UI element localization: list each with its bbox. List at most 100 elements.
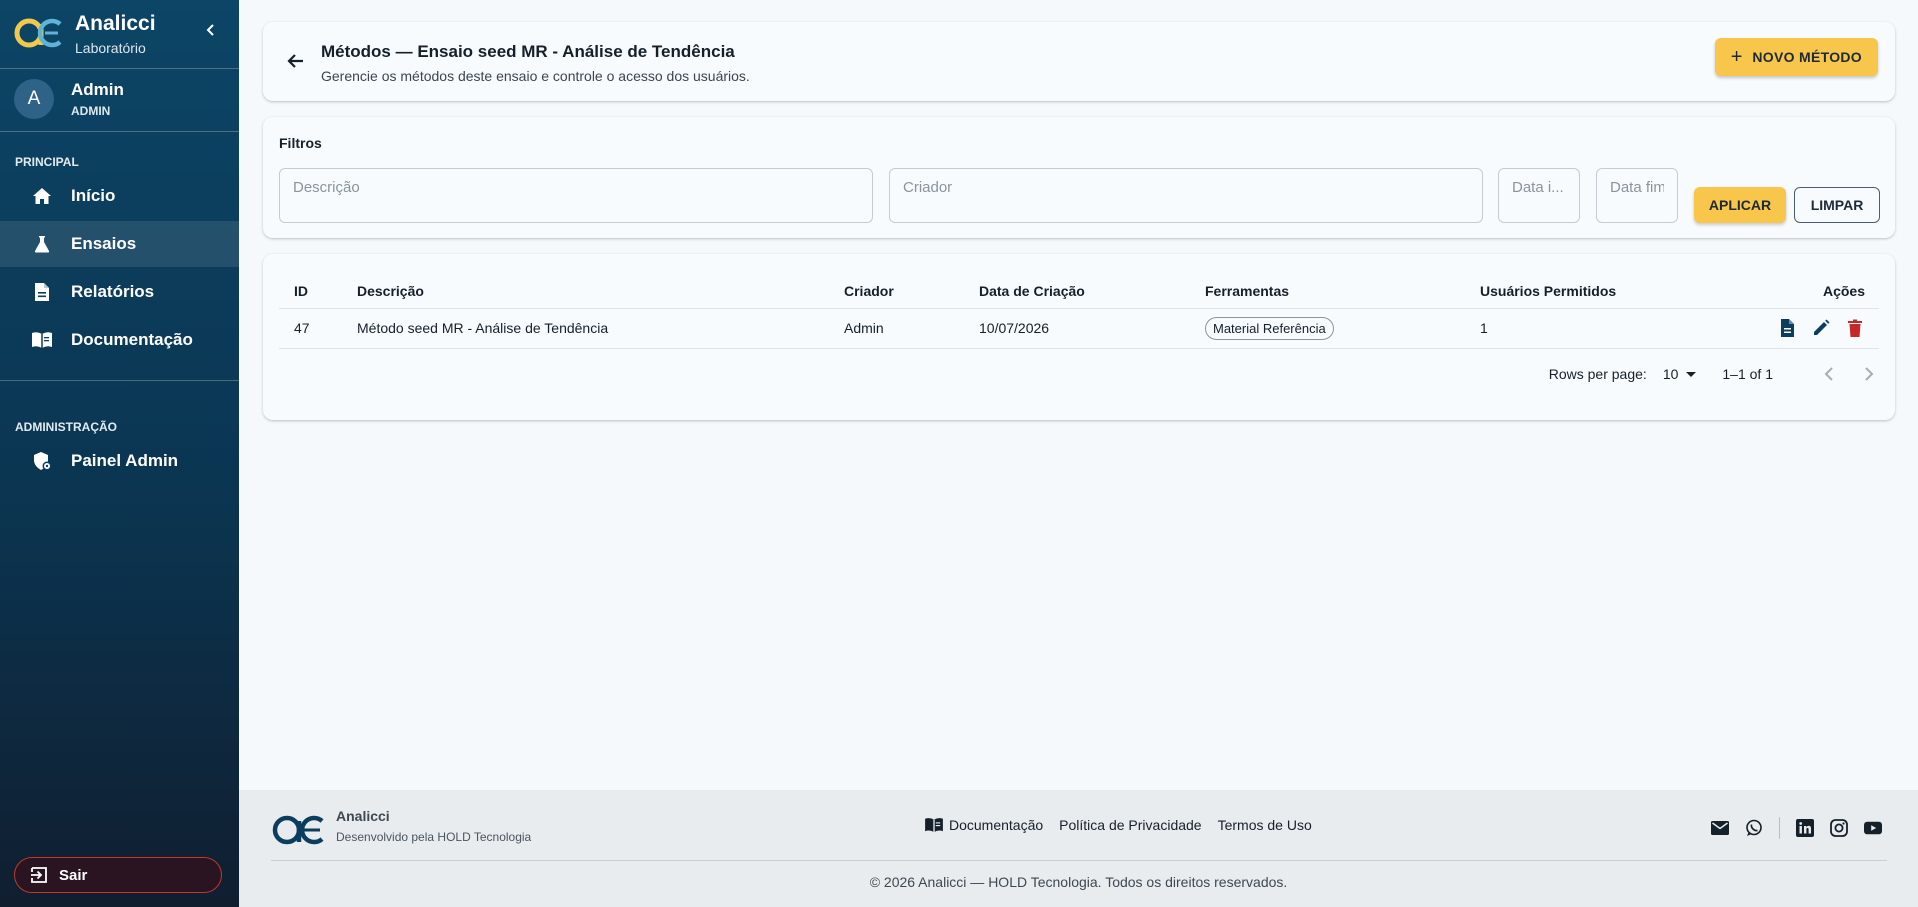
sidebar-item-documentacao[interactable]: Documentação (0, 317, 239, 363)
analicci-logo (272, 815, 324, 845)
social-links (1695, 817, 1882, 839)
footer-brand-name: Analicci (336, 808, 390, 824)
sidebar-item-label: Painel Admin (71, 451, 179, 470)
mail-icon[interactable] (1711, 819, 1729, 837)
analicci-logo (14, 18, 62, 48)
aplicar-button[interactable]: APLICAR (1694, 187, 1786, 223)
col-id: ID (279, 274, 357, 309)
sidebar-item-ensaios[interactable]: Ensaios (0, 221, 239, 267)
cell-usuarios: 1 (1480, 308, 1745, 349)
divider (0, 380, 239, 381)
rows-per-page-value: 10 (1662, 366, 1679, 382)
home-icon (31, 185, 53, 207)
plus-icon: + (1730, 46, 1743, 68)
page-header: Métodos — Ensaio seed MR - Análise de Te… (263, 22, 1895, 101)
sidebar-item-painel-admin[interactable]: Painel Admin (0, 438, 239, 484)
report-icon (31, 281, 53, 303)
sidebar: Analicci Laboratório A Admin ADMIN PRINC… (0, 0, 239, 907)
flask-icon (31, 233, 53, 255)
novo-metodo-label: NOVO MÉTODO (1752, 49, 1862, 65)
youtube-icon[interactable] (1864, 819, 1882, 837)
chevron-right-icon (1865, 367, 1874, 381)
rows-per-page-label: Rows per page: (1548, 366, 1647, 382)
footer-link-documentacao[interactable]: Documentação (924, 817, 1043, 833)
data-inicio-input[interactable] (1499, 169, 1579, 222)
cell-ferramentas: Material Referência (1205, 308, 1480, 349)
criador-field (889, 168, 1483, 223)
document-icon[interactable] (1777, 318, 1797, 338)
user-profile: A Admin ADMIN (14, 78, 229, 122)
avatar: A (14, 79, 54, 119)
pagination-range: 1–1 of 1 (1722, 366, 1773, 382)
footer-copyright: © 2026 Analicci — HOLD Tecnologia. Todos… (869, 874, 1288, 890)
sidebar-item-label: Relatórios (71, 282, 155, 301)
brand-name: Analicci (75, 12, 156, 35)
footer: Analicci Desenvolvido pela HOLD Tecnolog… (239, 790, 1918, 907)
sidebar-item-inicio[interactable]: Início (0, 173, 239, 219)
logout-label: Sair (59, 866, 88, 884)
pagination: Rows per page: 10 1–1 of 1 (1549, 362, 1879, 386)
col-ferramentas: Ferramentas (1205, 274, 1480, 309)
data-fim-field (1596, 168, 1678, 223)
caret-down-icon (1686, 371, 1697, 377)
data-fim-input[interactable] (1597, 169, 1677, 222)
novo-metodo-button[interactable]: + NOVO MÉTODO (1714, 38, 1878, 76)
chevron-left-icon (1824, 367, 1833, 381)
data-inicio-field (1498, 168, 1580, 223)
col-usuarios-permitidos: Usuários Permitidos (1480, 274, 1745, 309)
descricao-field (279, 168, 873, 223)
divider (1779, 817, 1780, 839)
divider (0, 131, 239, 132)
criador-input[interactable] (890, 169, 1482, 222)
rows-per-page-select[interactable]: 10 (1663, 366, 1697, 382)
brand: Analicci Laboratório (14, 10, 229, 62)
sidebar-item-label: Documentação (71, 330, 193, 349)
cell-criador: Admin (844, 308, 979, 349)
section-label-principal: PRINCIPAL (15, 155, 79, 169)
section-label-administracao: ADMINISTRAÇÃO (15, 420, 117, 434)
next-page-button[interactable] (1859, 364, 1879, 384)
cell-id: 47 (279, 308, 357, 349)
shield-gear-icon (31, 450, 53, 472)
page-subtitle: Gerencie os métodos deste ensaio e contr… (321, 68, 750, 84)
book-icon (31, 329, 53, 351)
cell-descricao: Método seed MR - Análise de Tendência (357, 308, 844, 349)
metodos-table: ID Descrição Criador Data de Criação Fer… (279, 274, 1879, 349)
linkedin-icon[interactable] (1796, 819, 1814, 837)
footer-divider (271, 860, 1887, 861)
cell-acoes (1745, 308, 1879, 349)
footer-link-termos[interactable]: Termos de Uso (1218, 817, 1312, 833)
prev-page-button[interactable] (1819, 364, 1839, 384)
limpar-button[interactable]: LIMPAR (1794, 187, 1880, 223)
col-data-criacao: Data de Criação (979, 274, 1205, 309)
logout-icon (31, 867, 47, 883)
book-icon (925, 818, 943, 833)
footer-links: Documentação Política de Privacidade Ter… (924, 817, 1328, 833)
col-acoes: Ações (1745, 274, 1879, 309)
instagram-icon[interactable] (1830, 819, 1848, 837)
ferramenta-chip: Material Referência (1205, 316, 1334, 340)
whatsapp-icon[interactable] (1745, 819, 1763, 837)
arrow-back-icon[interactable] (285, 50, 307, 72)
col-criador: Criador (844, 274, 979, 309)
user-name: Admin (71, 80, 124, 99)
metodos-table-card: ID Descrição Criador Data de Criação Fer… (263, 254, 1895, 420)
divider (0, 68, 239, 69)
sidebar-item-label: Início (71, 186, 116, 205)
col-descricao: Descrição (357, 274, 844, 309)
sidebar-item-relatorios[interactable]: Relatórios (0, 269, 239, 315)
delete-icon[interactable] (1845, 318, 1865, 338)
sidebar-item-label: Ensaios (71, 234, 137, 253)
page-title: Métodos — Ensaio seed MR - Análise de Te… (321, 42, 735, 61)
table-header-row: ID Descrição Criador Data de Criação Fer… (279, 274, 1879, 309)
brand-subtitle: Laboratório (75, 40, 146, 56)
table-row: 47 Método seed MR - Análise de Tendência… (279, 308, 1879, 349)
filters-title: Filtros (279, 135, 322, 151)
footer-developer: Desenvolvido pela HOLD Tecnologia (336, 830, 532, 844)
filters-panel: Filtros APLICAR LIMPAR (263, 117, 1895, 238)
logout-button[interactable]: Sair (14, 857, 222, 893)
descricao-input[interactable] (280, 169, 872, 222)
chevron-left-icon[interactable] (203, 22, 219, 38)
footer-link-privacidade[interactable]: Política de Privacidade (1059, 817, 1201, 833)
edit-icon[interactable] (1811, 318, 1831, 338)
